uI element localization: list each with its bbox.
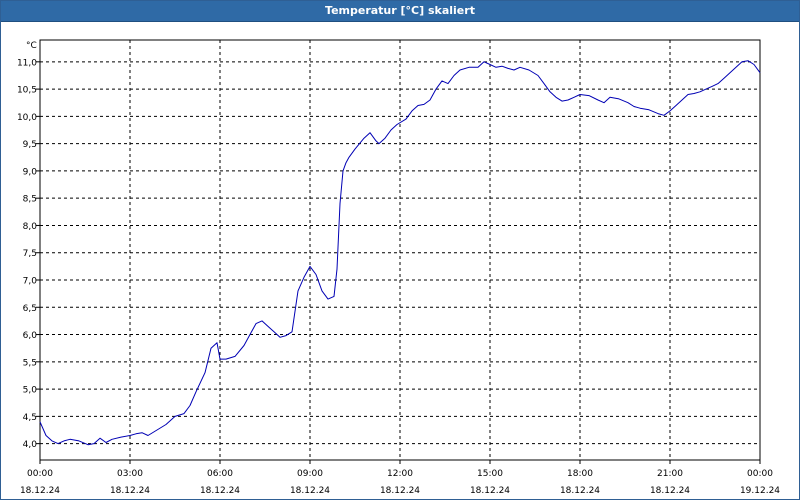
- y-tick-label: 5,0: [23, 386, 38, 396]
- y-tick-label: 4,0: [23, 440, 38, 450]
- x-tick-time-label: 00:00: [27, 469, 53, 479]
- x-tick-time-label: 18:00: [567, 469, 593, 479]
- x-tick-date-label: 18.12.24: [290, 486, 330, 496]
- y-tick-label: 7,0: [23, 277, 38, 287]
- x-tick-time-label: 15:00: [477, 469, 503, 479]
- y-tick-label: 7,5: [23, 249, 37, 259]
- x-tick-time-label: 06:00: [207, 469, 233, 479]
- x-tick-time-label: 00:00: [747, 469, 773, 479]
- x-tick-date-label: 18.12.24: [110, 486, 150, 496]
- x-tick-date-label: 18.12.24: [20, 486, 60, 496]
- x-tick-date-label: 18.12.24: [380, 486, 420, 496]
- x-axis: 00:00 18.12.24 03:00 18.12.24 06:00 18.12.24 0…: [20, 460, 780, 496]
- y-tick-label: 11,0: [17, 58, 37, 68]
- y-tick-label: 10,5: [17, 86, 37, 96]
- y-axis-unit-label: °C: [26, 41, 37, 51]
- y-tick-label: 6,5: [23, 304, 37, 314]
- y-tick-label: 5,5: [23, 358, 37, 368]
- x-tick-date-label: 18.12.24: [650, 486, 690, 496]
- y-tick-label: 8,0: [23, 222, 38, 232]
- x-tick-date-label: 18.12.24: [560, 486, 600, 496]
- grid-layer: [40, 40, 760, 460]
- x-tick-time-label: 21:00: [657, 469, 683, 479]
- x-tick-date-label: 19.12.24: [740, 486, 780, 496]
- y-axis: 4,0 4,5 5,0 5,5 6,0 6,5 7,0 7,5 8,0 8,5 9,0 9,5 10,0…: [17, 58, 40, 450]
- y-tick-label: 6,0: [23, 331, 38, 341]
- x-tick-time-label: 12:00: [387, 469, 413, 479]
- y-tick-label: 10,0: [17, 113, 37, 123]
- temperature-line-chart: 4,0 4,5 5,0 5,5 6,0 6,5 7,0 7,5 8,0 8,5 9,0 9,5 10,0…: [17, 39, 780, 496]
- y-tick-label: 9,0: [23, 167, 38, 177]
- y-tick-label: 8,5: [23, 195, 37, 205]
- x-tick-time-label: 09:00: [297, 469, 323, 479]
- x-tick-date-label: 18.12.24: [470, 486, 510, 496]
- x-tick-date-label: 18.12.24: [200, 486, 240, 496]
- y-tick-label: 9,5: [23, 140, 37, 150]
- y-tick-label: 4,5: [23, 413, 37, 423]
- x-tick-time-label: 03:00: [117, 469, 143, 479]
